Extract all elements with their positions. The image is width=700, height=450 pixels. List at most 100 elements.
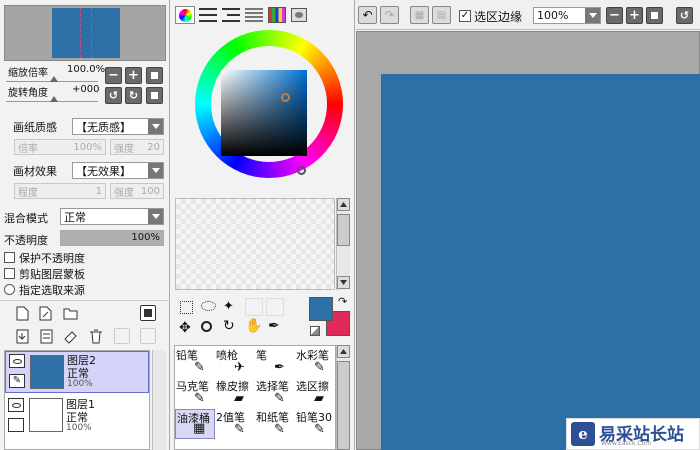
rotate-value: +000: [72, 84, 100, 95]
tool-slot[interactable]: 橡皮擦 ▰: [215, 378, 255, 408]
scroll-down-button[interactable]: [337, 276, 350, 289]
invert-select-button[interactable]: ▤: [432, 6, 451, 24]
hand-icon[interactable]: ✋: [245, 319, 262, 333]
transfer-down-button[interactable]: [14, 328, 30, 344]
rotate-right-button[interactable]: ↻: [125, 87, 142, 104]
scroll-up-button[interactable]: [337, 198, 350, 211]
eyedropper-icon[interactable]: ✒: [268, 319, 280, 333]
color-wheel-icon: [178, 8, 192, 22]
sv-picker-cursor[interactable]: [281, 93, 290, 102]
canvas-zoom-reset-button[interactable]: [646, 7, 663, 24]
canvas-rotate-left-button[interactable]: ↺: [676, 7, 693, 24]
mixer-tab[interactable]: [245, 8, 263, 22]
tool-slot[interactable]: 选择笔 ✎: [255, 378, 295, 408]
material-strength-field[interactable]: 强度 100: [110, 183, 164, 199]
tool-grid-scrollbar[interactable]: [336, 345, 350, 450]
canvas-document[interactable]: [381, 74, 700, 450]
layer-lock-box[interactable]: [8, 418, 24, 432]
scroll-thumb[interactable]: [337, 214, 350, 246]
navigator-preview[interactable]: [4, 5, 166, 61]
merge-down-button[interactable]: [38, 328, 54, 344]
move-icon[interactable]: ✥: [179, 321, 191, 335]
rotate-slider-handle[interactable]: [50, 96, 58, 102]
material-effect-select[interactable]: 【无效果】: [72, 162, 164, 179]
brush-icon: ▦: [193, 421, 206, 436]
hsv-sliders-tab[interactable]: [222, 8, 240, 22]
scratch-area[interactable]: [175, 198, 335, 290]
tool-slot[interactable]: 马克笔 ✎: [175, 378, 215, 408]
layer-property-button[interactable]: [140, 305, 156, 321]
selection-source-radio[interactable]: [4, 284, 15, 295]
lasso-icon[interactable]: [201, 301, 216, 311]
preserve-opacity-checkbox[interactable]: [4, 252, 15, 263]
magic-wand-icon[interactable]: ✦: [223, 300, 234, 314]
brush-icon: ✒: [274, 360, 285, 375]
paper-strength-field[interactable]: 强度 20: [110, 139, 164, 155]
rgb-sliders-tab[interactable]: [199, 8, 217, 22]
tool-slot[interactable]: 和纸笔 ✎: [255, 409, 295, 439]
tool-slot[interactable]: 选区擦 ▰: [295, 378, 335, 408]
tool-slot[interactable]: 铅笔 ✎: [175, 347, 215, 377]
layer-list-scrollbar[interactable]: [152, 350, 166, 450]
eraser-icon: [63, 330, 77, 344]
redo-icon: ↷: [384, 8, 395, 22]
canvas-zoom-select[interactable]: 100%: [533, 7, 601, 24]
paper-strength-label: 强度: [114, 143, 134, 155]
new-layer-button[interactable]: [14, 305, 30, 321]
tool-slot[interactable]: 笔 ✒: [255, 347, 295, 377]
rect-select-icon[interactable]: [180, 301, 193, 314]
rotate-slider[interactable]: [6, 96, 98, 102]
deselect-button[interactable]: ▦: [410, 6, 429, 24]
swap-colors-icon[interactable]: ↷: [338, 296, 347, 307]
zoom-out-button[interactable]: −: [105, 67, 122, 84]
tool-slot[interactable]: 喷枪 ✈: [215, 347, 255, 377]
zoom-slider[interactable]: [6, 76, 98, 82]
clipping-mask-checkbox[interactable]: [4, 268, 15, 279]
new-linework-layer-button[interactable]: [38, 305, 54, 321]
rotate-reset-button[interactable]: [146, 87, 163, 104]
rotate-icon[interactable]: ↻: [223, 319, 235, 333]
zoom-reset-button[interactable]: [146, 67, 163, 84]
layer-row[interactable]: 图层1 正常 100%: [5, 394, 149, 436]
canvas-zoom-in-button[interactable]: +: [626, 7, 643, 24]
tool-slot[interactable]: 水彩笔 ✎: [295, 347, 335, 377]
zoom-icon[interactable]: [201, 321, 212, 332]
layer-row[interactable]: ✎ 图层2 正常 100%: [5, 351, 149, 393]
hue-ring[interactable]: [195, 30, 343, 178]
hue-picker-cursor[interactable]: [297, 166, 306, 175]
blend-mode-select[interactable]: 正常: [60, 208, 164, 225]
color-wheel-tab[interactable]: [175, 6, 195, 24]
scroll-thumb[interactable]: [337, 361, 350, 450]
scratchpad-tab[interactable]: [291, 8, 307, 22]
paper-texture-select[interactable]: 【无质感】: [72, 118, 164, 135]
selection-edge-checkbox[interactable]: ✓: [459, 10, 471, 22]
zoom-in-button[interactable]: +: [125, 67, 142, 84]
swatches-tab[interactable]: [268, 7, 286, 23]
eye-icon[interactable]: [8, 398, 24, 412]
redo-button[interactable]: ↷: [380, 6, 399, 24]
opacity-value: 100%: [131, 232, 160, 243]
scratch-scrollbar[interactable]: [336, 198, 350, 290]
canvas-zoom-out-button[interactable]: −: [606, 7, 623, 24]
zoom-slider-handle[interactable]: [50, 76, 58, 82]
opacity-slider[interactable]: 100%: [60, 230, 164, 246]
eye-icon[interactable]: [9, 354, 25, 368]
scroll-up-button[interactable]: [337, 345, 350, 358]
brush-icon: ✎: [274, 391, 285, 406]
tool-slot[interactable]: 油漆桶 ▦: [175, 409, 215, 439]
transparent-color-icon[interactable]: [310, 326, 320, 336]
paper-scale-field[interactable]: 倍率 100%: [14, 139, 106, 155]
tool-slot[interactable]: 铅笔30 ✎: [295, 409, 335, 439]
rotate-left-button[interactable]: ↺: [105, 87, 122, 104]
delete-layer-button[interactable]: [88, 328, 104, 344]
foreground-color-swatch[interactable]: [309, 297, 333, 321]
brush-lock-icon[interactable]: ✎: [9, 374, 25, 388]
deselect-icon: ▦: [414, 9, 425, 21]
material-degree-field[interactable]: 程度 1: [14, 183, 106, 199]
clear-layer-button[interactable]: [62, 328, 78, 344]
new-folder-button[interactable]: [62, 305, 78, 321]
saturation-value-square[interactable]: [221, 70, 307, 156]
undo-button[interactable]: ↶: [358, 6, 377, 24]
brush-icon: ✈: [234, 360, 245, 375]
tool-slot[interactable]: 2值笔 ✎: [215, 409, 255, 439]
